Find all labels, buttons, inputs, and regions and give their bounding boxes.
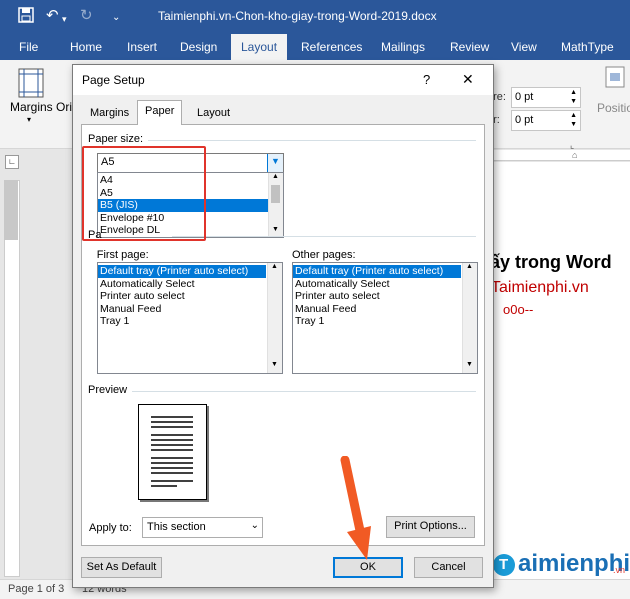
other-pages-tray-list[interactable]: Default tray (Printer auto select) Autom… <box>292 262 478 374</box>
tab-selector-icon[interactable]: ∟ <box>5 155 19 169</box>
tab-references[interactable]: References <box>301 40 362 54</box>
apply-to-select[interactable]: This section ⌄ <box>142 517 263 538</box>
document-heading: ấy trong Word <box>490 252 612 272</box>
list-item[interactable]: Printer auto select <box>293 290 477 303</box>
tab-file[interactable]: File <box>19 40 38 54</box>
apply-to-label: Apply to: <box>89 522 132 534</box>
document-page: ấy trong Word Taimienphi.vn o0o-- <box>488 162 630 579</box>
help-button[interactable]: ? <box>423 72 430 87</box>
page-setup-dialog: Page Setup ? ✕ Margins Paper Layout Pape… <box>72 64 494 588</box>
spacing-after-spinner-icon[interactable]: ▲ ▼ <box>570 111 577 129</box>
scroll-down-icon[interactable]: ▼ <box>272 226 279 233</box>
tab-mailings[interactable]: Mailings <box>381 40 425 54</box>
chevron-down-icon[interactable]: ⌄ <box>251 520 259 531</box>
status-page-count[interactable]: Page 1 of 3 <box>8 583 64 595</box>
scroll-thumb[interactable] <box>271 185 280 203</box>
document-site-text: Taimienphi.vn <box>491 279 589 296</box>
tab-mathtype[interactable]: MathType <box>561 40 614 54</box>
tab-paper[interactable]: Paper <box>137 100 183 125</box>
list-item[interactable]: Tray 1 <box>98 315 282 328</box>
paper-size-label: Paper size: <box>88 133 144 145</box>
taimienphi-logo-icon: T <box>493 554 515 576</box>
preview-divider <box>132 391 476 392</box>
close-icon[interactable]: ✕ <box>462 71 474 88</box>
tab-home[interactable]: Home <box>70 40 102 54</box>
other-pages-scrollbar[interactable]: ▲ ▼ <box>462 263 477 373</box>
first-page-scrollbar[interactable]: ▲ ▼ <box>267 263 282 373</box>
horizontal-ruler <box>488 150 630 161</box>
preview-label: Preview <box>88 384 128 396</box>
document-title: Taimienphi.vn-Chon-kho-giay-trong-Word-2… <box>158 9 437 23</box>
list-item[interactable]: Automatically Select <box>293 278 477 291</box>
list-item[interactable]: Manual Feed <box>293 303 477 316</box>
paper-size-dropdown-button[interactable]: ▼ <box>267 154 283 172</box>
tab-view[interactable]: View <box>511 40 537 54</box>
list-item[interactable]: Printer auto select <box>98 290 282 303</box>
list-item[interactable]: Automatically Select <box>98 278 282 291</box>
dropdown-scrollbar[interactable]: ▲ ▼ <box>268 173 283 237</box>
set-as-default-button[interactable]: Set As Default <box>81 557 162 578</box>
apply-to-value: This section <box>147 521 206 533</box>
vertical-ruler-margin <box>4 180 18 240</box>
margins-icon[interactable] <box>18 68 44 101</box>
title-bar: ↶ ▾ ↻ ⌄ Taimienphi.vn-Chon-kho-giay-tron… <box>0 0 630 34</box>
tab-design[interactable]: Design <box>180 40 217 54</box>
tab-layout[interactable]: Layout <box>231 34 288 60</box>
pointer-arrow <box>340 456 371 560</box>
customize-quick-access-icon[interactable]: ⌄ <box>112 9 120 27</box>
save-icon[interactable] <box>18 7 34 28</box>
scroll-down-icon[interactable]: ▼ <box>466 361 473 368</box>
page-preview <box>138 404 207 500</box>
tab-review[interactable]: Review <box>450 40 489 54</box>
spacing-after-input[interactable]: 0 pt ▲ ▼ <box>511 110 581 131</box>
taimienphi-logo-suffix: .vn <box>613 565 626 575</box>
margins-dropdown-icon[interactable]: ▾ <box>27 115 31 124</box>
scroll-up-icon[interactable]: ▲ <box>466 263 473 270</box>
list-item[interactable]: Manual Feed <box>98 303 282 316</box>
print-options-button[interactable]: Print Options... <box>386 516 475 538</box>
tab-insert[interactable]: Insert <box>127 40 157 54</box>
tab-margins[interactable]: Margins <box>83 103 136 123</box>
margins-button[interactable]: Margins <box>10 100 53 114</box>
taimienphi-logo: T aimienphi .vn <box>493 550 630 580</box>
spacing-before-input[interactable]: 0 pt ▲ ▼ <box>511 87 581 108</box>
paper-source-divider <box>172 236 476 237</box>
dialog-title: Page Setup <box>82 73 145 87</box>
highlight-box <box>82 146 206 241</box>
ok-button[interactable]: OK <box>333 557 403 578</box>
first-page-label-text: First page: <box>96 249 149 261</box>
other-pages-label: Other pages: <box>292 249 356 261</box>
undo-icon[interactable]: ↶ <box>46 7 59 25</box>
list-item[interactable]: Tray 1 <box>293 315 477 328</box>
dialog-title-bar: Page Setup ? ✕ <box>73 65 493 95</box>
scroll-up-icon[interactable]: ▲ <box>271 263 278 270</box>
spacing-before-value: 0 pt <box>515 91 534 103</box>
preview-text-lines <box>151 416 193 487</box>
tab-layout-dialog[interactable]: Layout <box>190 103 237 123</box>
scroll-down-icon[interactable]: ▼ <box>271 361 278 368</box>
redo-icon[interactable]: ↻ <box>80 7 93 25</box>
indent-marker-icon[interactable]: ⌂ <box>572 150 577 160</box>
list-item-selected[interactable]: Default tray (Printer auto select) <box>98 265 266 278</box>
chevron-down-icon: ▼ <box>271 156 280 166</box>
scroll-up-icon[interactable]: ▲ <box>272 173 279 180</box>
document-deco-text: o0o-- <box>503 302 534 317</box>
undo-dropdown-icon[interactable]: ▾ <box>62 10 67 28</box>
paper-size-divider <box>148 140 476 141</box>
list-item-selected[interactable]: Default tray (Printer auto select) <box>293 265 461 278</box>
cancel-button[interactable]: Cancel <box>414 557 483 578</box>
spacing-before-spinner-icon[interactable]: ▲ ▼ <box>570 88 577 106</box>
first-page-label: FFirst page: <box>96 249 149 261</box>
orientation-button[interactable]: Ori <box>56 100 72 114</box>
ribbon-tabs: File Home Insert Design Layout Reference… <box>0 34 630 60</box>
spacing-after-value: 0 pt <box>515 114 534 126</box>
position-icon[interactable] <box>605 66 630 106</box>
position-button[interactable]: Positio <box>597 101 630 115</box>
first-page-tray-list[interactable]: Default tray (Printer auto select) Autom… <box>97 262 283 374</box>
